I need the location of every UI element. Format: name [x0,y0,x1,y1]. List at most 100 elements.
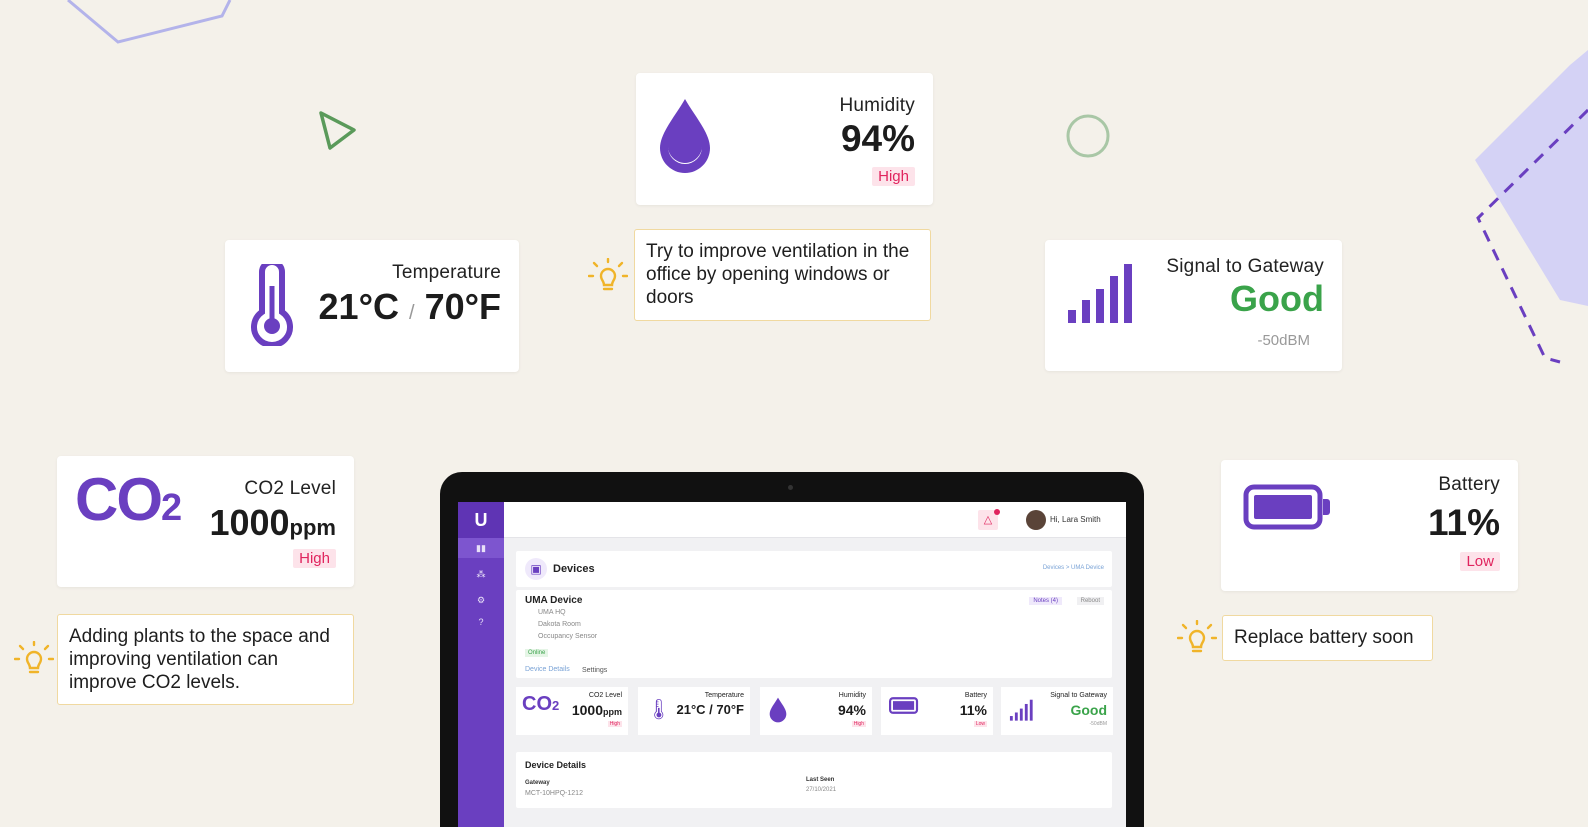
last-seen-label: Last Seen [806,777,835,783]
mini-co2-icon: CO2 [522,693,560,715]
alert-dot [994,509,1000,515]
signal-bars-icon [1068,264,1132,323]
co2-unit: ppm [289,515,336,540]
sidebar-item-help-icon[interactable]: ? [458,612,504,632]
mini-signal-icon [1009,699,1033,721]
device-name: UMA Device [525,595,583,606]
mini-temperature-card: 🌡 Temperature 21°C / 70°F [638,687,750,735]
mini-sig-value: Good [1070,702,1107,718]
sidebar-item-dashboard-icon[interactable]: ▮▮ [458,538,504,558]
co2-value: 1000ppm [209,502,336,544]
signal-label: Signal to Gateway [1166,256,1324,277]
temperature-label: Temperature [392,262,501,283]
humidity-card: Humidity 94% High [636,73,933,205]
sidebar-item-network-icon[interactable]: ⁂ [458,564,504,584]
temperature-unit-f: °F [464,286,501,327]
user-greeting[interactable]: Hi, Lara Smith [1050,515,1101,524]
signal-dbm: -50dBM [1257,332,1310,349]
battery-icon [1243,484,1330,530]
mini-sig-label: Signal to Gateway [1050,692,1107,699]
temperature-unit-c: °C [358,286,399,327]
temperature-celsius: 21 [318,286,359,327]
top-bar: △ Hi, Lara Smith [504,502,1126,538]
decorative-triangle-outline [319,111,356,150]
decorative-hexagon-outline [67,0,232,44]
breadcrumb[interactable]: Devices > UMA Device [1043,565,1104,571]
co2-icon-text: CO [75,466,163,533]
status-badge: Online [525,649,549,657]
co2-tip: Adding plants to the space and improving… [57,614,354,705]
mini-bat-label: Battery [964,692,987,699]
mini-battery-icon [889,697,919,714]
droplet-icon [660,99,710,173]
mini-battery-card: Battery 11% Low [881,687,993,735]
reboot-button[interactable]: Reboot [1076,597,1104,605]
details-title: Device Details [525,760,587,770]
humidity-status-badge: High [872,167,915,186]
page-title: Devices [553,563,595,575]
battery-value: 11% [1427,502,1500,543]
gateway-label: Gateway [525,780,550,786]
mini-co2-number: 1000 [571,702,603,718]
mini-co2-label: CO2 Level [588,692,622,699]
temperature-card: Temperature 21°C / 70°F [225,240,519,372]
mini-sig-dbm: -50dBM [1089,721,1107,727]
battery-tip: Replace battery soon [1222,615,1433,661]
mini-temp-label: Temperature [704,692,744,699]
mini-hum-badge: High [851,721,866,727]
chip-icon: ▣ [525,558,547,580]
lightbulb-icon [588,258,628,291]
mini-hum-label: Humidity [838,692,866,699]
mini-droplet-icon [769,697,787,723]
ventilation-tip: Try to improve ventilation in the office… [634,229,931,321]
lightbulb-icon [1177,620,1217,653]
co2-icon-sub: 2 [161,487,182,529]
gateway-value: MCT-10HPQ-1212 [525,790,583,797]
co2-label: CO2 Level [244,478,336,499]
tab-device-details[interactable]: Device Details [525,666,570,673]
temperature-fahrenheit: 70 [424,286,465,327]
battery-label: Battery [1438,474,1500,495]
co2-status-badge: High [293,549,336,568]
humidity-label: Humidity [839,95,915,116]
temperature-value: 21°C / 70°F [319,286,501,328]
mini-signal-card: Signal to Gateway Good -50dBM [1001,687,1113,735]
humidity-value: 94% [840,118,915,159]
mini-bat-value: 11% [959,702,987,718]
mini-temp-value: 21°C / 70°F [676,702,744,717]
battery-card: Battery 11% Low [1221,460,1518,591]
avatar[interactable] [1026,510,1046,530]
app-logo[interactable]: U [458,502,504,538]
thermometer-icon [251,264,293,346]
decorative-hexagon-shape [1475,50,1588,364]
decorative-circle-outline [1066,114,1110,158]
mini-co2-value: 1000ppm [572,702,622,718]
mini-co2-unit: ppm [603,707,622,717]
signal-value: Good [1230,278,1324,319]
mini-thermometer-icon: 🌡 [646,699,672,721]
co2-card: CO2 CO2 Level 1000ppm High [57,456,354,587]
device-room: Dakota Room [538,621,581,628]
co2-number: 1000 [209,502,290,543]
mini-bat-badge: Low [973,721,987,727]
co2-icon: CO2 [75,470,182,538]
notes-button[interactable]: Notes (4) [1029,597,1062,605]
lightbulb-icon [14,641,54,674]
mini-hum-value: 94% [837,702,866,718]
battery-status-badge: Low [1460,552,1500,571]
mini-humidity-card: Humidity 94% High [760,687,872,735]
sidebar: U ▮▮ ⁂ ⚙ ? [458,502,504,827]
devices-header: ▣ Devices Devices > UMA Device [516,551,1112,587]
tab-settings[interactable]: Settings [582,667,607,674]
mini-co2-badge: High [607,721,622,727]
app-screen: U ▮▮ ⁂ ⚙ ? △ Hi, Lara Smith ▣ Devices De… [458,502,1126,827]
last-seen-value: 27/10/2021 [806,787,837,793]
device-info-panel: UMA Device UMA HQ Dakota Room Occupancy … [516,590,1112,678]
signal-card: Signal to Gateway Good -50dBM [1045,240,1342,371]
temperature-separator: / [408,302,415,324]
device-details-panel: Device Details Gateway MCT-10HPQ-1212 La… [516,752,1112,808]
device-sensor-type: Occupancy Sensor [538,633,598,640]
sidebar-item-settings-icon[interactable]: ⚙ [458,590,504,610]
device-location: UMA HQ [538,609,566,616]
laptop-camera [788,485,793,490]
